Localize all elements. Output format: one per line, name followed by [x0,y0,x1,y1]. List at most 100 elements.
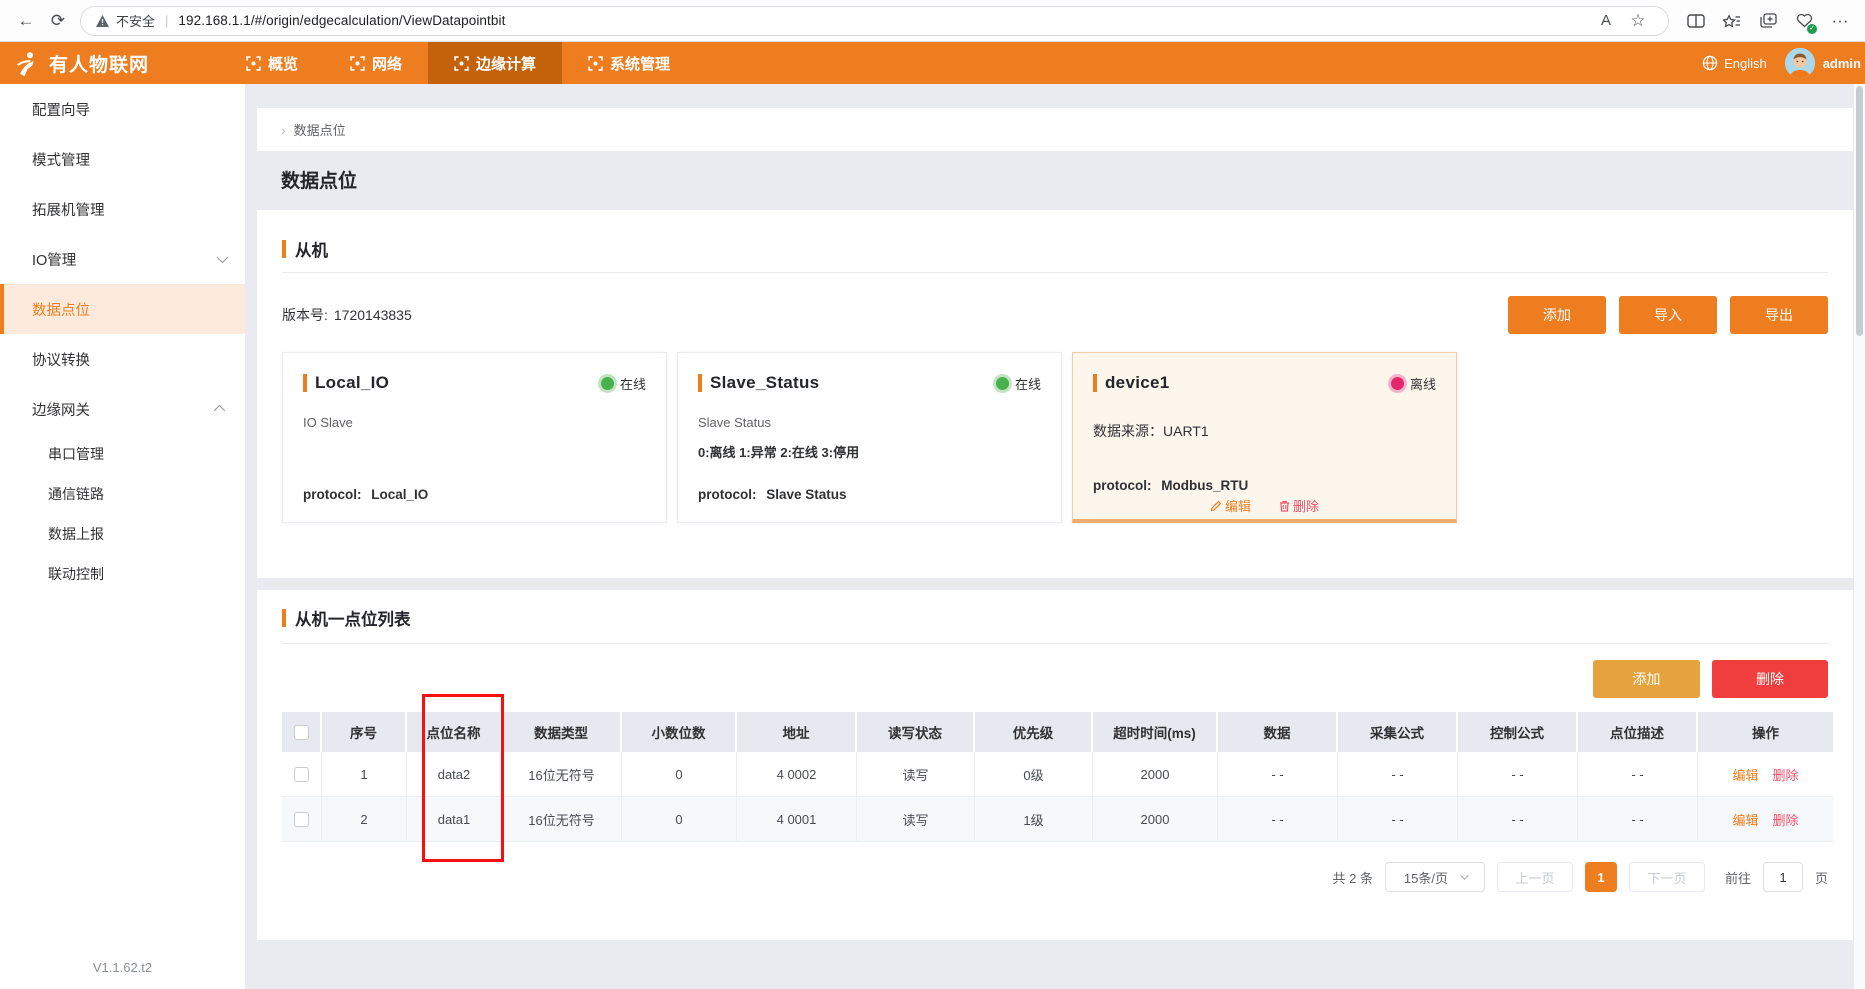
pencil-icon [1210,500,1222,512]
device-card-slave-status[interactable]: Slave_Status 在线 Slave Status 0:离线 1:异常 2… [677,352,1062,523]
version-row: 版本号: 1720143835 添加 导入 导出 [282,296,1828,334]
import-button[interactable]: 导入 [1619,296,1717,334]
nav-item-overview[interactable]: 概览 [220,42,324,84]
cell-description: - - [1578,797,1698,841]
row-select-cell [282,797,322,841]
slave-section: 从机 版本号: 1720143835 添加 导入 导出 Local_IO 在线 [257,210,1853,578]
cell-index: 1 [322,752,407,796]
cell-address: 4 0002 [737,752,857,796]
delete-row-link[interactable]: 删除 [1773,765,1799,784]
export-button[interactable]: 导出 [1730,296,1828,334]
page-scrollbar[interactable] [1853,84,1865,989]
protocol-label: protocol: [303,487,362,502]
row-checkbox[interactable] [294,767,309,782]
device-protocol: protocol: Slave Status [698,487,847,502]
cell-control-formula: - - [1458,752,1578,796]
current-page-button[interactable]: 1 [1585,862,1617,892]
goto-page-input[interactable] [1763,862,1803,892]
split-screen-icon[interactable] [1681,5,1711,37]
pagination: 共 2 条 15条/页 上一页 1 下一页 前往 页 [1333,862,1829,892]
table-header-row: 序号 点位名称 数据类型 小数位数 地址 读写状态 优先级 超时时间(ms) 数… [282,712,1833,752]
row-checkbox[interactable] [294,812,309,827]
version-label: 版本号: [282,305,328,325]
cell-rw-status: 读写 [857,752,975,796]
sidebar-item-label: 协议转换 [32,349,90,370]
device-card-device1[interactable]: device1 离线 数据来源：UART1 protocol: Modbus_R… [1072,352,1457,523]
address-bar[interactable]: 不安全 | 192.168.1.1/#/origin/edgecalculati… [80,6,1669,36]
nav-label: 网络 [372,53,402,74]
scrollbar-thumb[interactable] [1856,86,1863,336]
delete-device-link[interactable]: 删除 [1279,496,1319,515]
next-page-button[interactable]: 下一页 [1629,862,1705,892]
online-dot [601,377,614,390]
sidebar-item-io-management[interactable]: IO管理 [0,234,245,284]
edit-device-link[interactable]: 编辑 [1210,496,1251,515]
chevron-up-icon [217,401,225,417]
favorite-star-icon[interactable]: ☆ [1622,5,1654,37]
col-point-name: 点位名称 [407,712,502,752]
col-timeout: 超时时间(ms) [1093,712,1218,752]
sidebar-item-expansion-management[interactable]: 拓展机管理 [0,184,245,234]
cell-decimals: 0 [622,752,737,796]
device-accent-bar [303,374,307,392]
sidebar-item-protocol-conversion[interactable]: 协议转换 [0,334,245,384]
sidebar-item-config-wizard[interactable]: 配置向导 [0,84,245,134]
sidebar-item-linkage-control[interactable]: 联动控制 [0,554,245,594]
cell-decimals: 0 [622,797,737,841]
select-all-cell [282,712,322,752]
data-source-label: 数据来源： [1093,423,1163,439]
screen: ← ⟳ 不安全 | 192.168.1.1/#/origin/edgecalcu… [0,0,1865,989]
status-label: 在线 [620,374,646,393]
sidebar-item-serial-management[interactable]: 串口管理 [0,434,245,474]
status-label: 离线 [1410,374,1436,393]
edit-row-link[interactable]: 编辑 [1732,765,1758,784]
cell-collect-formula: - - [1338,797,1458,841]
url-text[interactable]: 192.168.1.1/#/origin/edgecalculation/Vie… [178,13,505,28]
delete-label: 删除 [1293,496,1319,515]
add-point-button[interactable]: 添加 [1593,660,1700,698]
back-icon[interactable]: ← [10,5,42,37]
edit-row-link[interactable]: 编辑 [1732,810,1758,829]
user-menu[interactable]: admin [1785,48,1861,78]
cell-data-type: 16位无符号 [502,752,622,796]
version-value: 1720143835 [334,307,412,323]
page-size-select[interactable]: 15条/页 [1385,862,1485,892]
cell-rw-status: 读写 [857,797,975,841]
nav-item-network[interactable]: 网络 [324,42,428,84]
favorites-bar-icon[interactable] [1717,5,1747,37]
total-count: 共 2 条 [1333,868,1373,887]
add-slave-button[interactable]: 添加 [1508,296,1606,334]
delete-row-link[interactable]: 删除 [1773,810,1799,829]
nav-item-edge-computing[interactable]: 边缘计算 [428,42,562,84]
section-accent-bar [282,240,286,258]
device-accent-bar [698,374,702,392]
nav-item-system[interactable]: 系统管理 [562,42,696,84]
device-card-header: Slave_Status 在线 [698,373,1041,393]
delete-points-button[interactable]: 删除 [1712,660,1828,698]
sidebar-item-label: 串口管理 [48,444,104,464]
prev-page-button[interactable]: 上一页 [1497,862,1573,892]
read-aloud-icon[interactable]: A [1590,5,1622,37]
col-data: 数据 [1218,712,1338,752]
not-secure-label[interactable]: 不安全 [116,11,155,30]
page-unit-label: 页 [1815,868,1828,887]
sidebar-item-label: 数据点位 [32,299,90,320]
collections-icon[interactable] [1753,5,1783,37]
refresh-icon[interactable]: ⟳ [42,5,74,37]
browser-essentials-icon[interactable]: ✓ [1789,5,1819,37]
browser-menu-icon[interactable]: ··· [1825,5,1855,37]
cell-priority: 1级 [975,797,1093,841]
sidebar-item-data-report[interactable]: 数据上报 [0,514,245,554]
device-name: Slave_Status [710,373,819,393]
select-all-checkbox[interactable] [294,725,309,740]
device-status-legend: 0:离线 1:异常 2:在线 3:停用 [698,442,1041,461]
language-switch[interactable]: English [1702,55,1767,71]
sidebar-item-mode-management[interactable]: 模式管理 [0,134,245,184]
sidebar-item-label: 联动控制 [48,564,104,584]
sidebar-item-communication-link[interactable]: 通信链路 [0,474,245,514]
sidebar-item-edge-gateway[interactable]: 边缘网关 [0,384,245,434]
edit-label: 编辑 [1225,496,1251,515]
sidebar-item-data-points[interactable]: 数据点位 [0,284,245,334]
device-card-local-io[interactable]: Local_IO 在线 IO Slave protocol: Local_IO [282,352,667,523]
device-status: 在线 [996,374,1041,393]
